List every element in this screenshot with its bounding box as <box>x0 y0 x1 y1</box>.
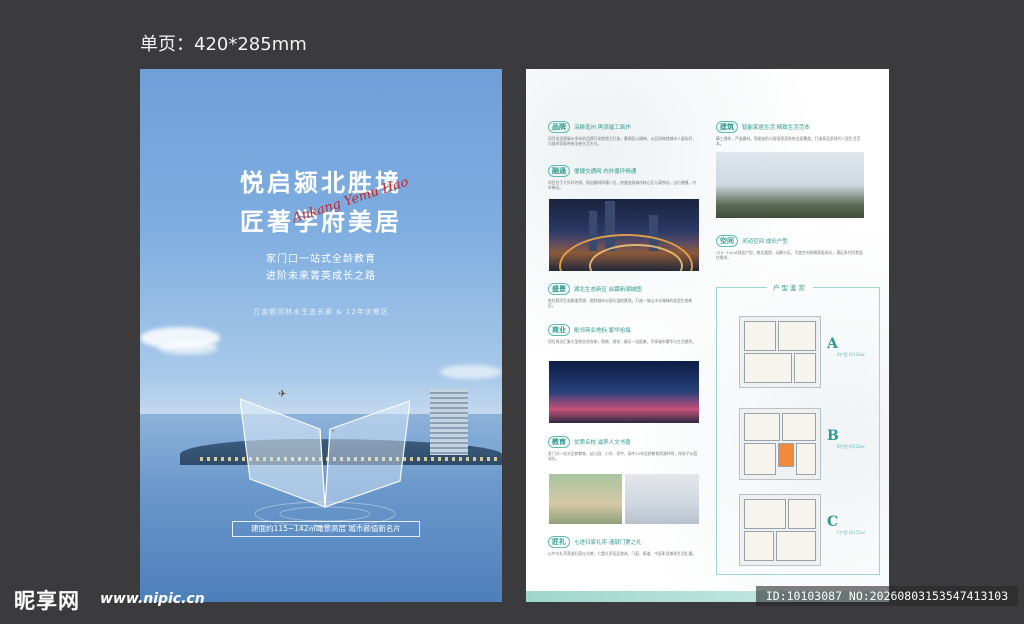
section-tag: 融通 <box>548 165 570 177</box>
section-text: 以中式礼序营造归家仪式感，七重礼序层层递进，门庭、廊道、中庭彰显尊贵生活礼遇。 <box>548 551 697 556</box>
section-text: 项目由深耕亳州多年的品牌开发商倾力打造，秉承匠心精神，以品质铸就城市人居标杆，为… <box>548 136 697 146</box>
section-ritual: 匠礼 七进归家礼序 谨献门第之礼 以中式礼序营造归家仪式感，七重礼序层层递进，门庭… <box>548 536 698 566</box>
section-text: 依托颍河生态廊道资源，规划城市公园与湿地景观，打造一城山水半城绿的宜居生态新区。 <box>548 298 693 308</box>
students-photo <box>549 474 622 524</box>
section-text: 项目位于大外环内侧，周边路网四通八达，快速连接城市核心区与高铁站，出行便捷，内外… <box>548 180 697 190</box>
plan-label-b: B户型 约128㎡ <box>837 444 865 449</box>
section-title: 灵动空间 成长户型 <box>742 239 788 245</box>
section-tag: 空间 <box>716 235 738 247</box>
site-url[interactable]: www.nipic.cn <box>100 591 205 607</box>
headline-line1: 悦启颍北胜境 <box>240 168 402 197</box>
night-city-photo <box>549 199 699 271</box>
back-page: 品牌 深耕亳州 再添璀工筑作 项目由深耕亳州多年的品牌开发商倾力打造，秉承匠心精神… <box>526 69 889 602</box>
section-tag: 教育 <box>548 436 570 448</box>
floor-plan-b <box>739 408 821 480</box>
section-title: 深耕亳州 再添璀工筑作 <box>574 125 631 131</box>
section-title: 便捷交通网 内外循环畅通 <box>574 169 637 175</box>
section-title: 优质名校 滋养人文书香 <box>574 440 631 446</box>
section-title: 七进归家礼序 谨献门第之礼 <box>574 540 642 546</box>
floor-plan-c <box>739 494 821 566</box>
section-text: 精工细作，严选建材，智能安防与智慧家居系统全面覆盖，打造高品质现代人居生活范本。 <box>716 136 861 146</box>
section-ecology: 盛景 湖北生态新区 启幕新湖城图 依托颍河生态廊道资源，规划城市公园与湿地景观，打… <box>548 283 698 313</box>
section-architecture: 建筑 智能家居生活 精致生活范本 精工细作，严选建材，智能安防与智慧家居系统全面覆… <box>716 121 866 151</box>
section-tag: 盛景 <box>548 283 570 295</box>
tagline: 万亩颍河林水生态长廊 & 12年优教区 <box>253 308 389 316</box>
site-logo: 昵享网 <box>14 589 80 613</box>
section-text: 项目周边汇聚大型商业综合体，购物、餐饮、娱乐一站配套，尽享城市繁华与生活便利。 <box>548 339 697 344</box>
front-page: 悦启颍北胜境 匠著学府美居 Ankang Yemu Hao 家门口一站式全龄教育… <box>140 69 502 602</box>
subtitle-line2: 进阶未来菁英成长之路 <box>266 271 376 282</box>
floor-plan-title: 户型鉴赏 <box>767 282 813 292</box>
section-tag: 品牌 <box>548 121 570 133</box>
open-book-illustration <box>240 398 410 527</box>
section-tag: 商业 <box>548 324 570 336</box>
section-traffic: 融通 便捷交通网 内外循环畅通 项目位于大外环内侧，周边路网四通八达，快速连接城市… <box>548 165 698 195</box>
mall-photo <box>549 361 699 423</box>
entrance-photo <box>716 152 864 218</box>
section-commerce: 商业 毗邻商业地标 繁华拾掇 项目周边汇聚大型商业综合体，购物、餐饮、娱乐一站配套… <box>548 324 698 354</box>
residential-tower <box>430 389 468 455</box>
subtitle-line1: 家门口一站式全龄教育 <box>266 254 376 265</box>
section-text: 家门口一站式全龄教育，幼儿园、小学、初中、高中12年优质教育资源环伺，伴孩子从容… <box>548 451 698 461</box>
section-title: 毗邻商业地标 繁华拾掇 <box>574 328 631 334</box>
floor-plan-panel: 户型鉴赏 A A户型 约142㎡ B B户型 约128㎡ C C户型 约115㎡ <box>716 282 880 575</box>
plan-letter-a: A <box>827 336 838 352</box>
section-title: 湖北生态新区 启幕新湖城图 <box>574 287 642 293</box>
section-text: 115~142㎡舒适户型，南北通透，动静分区，可变空间伴随家庭成长，满足多代同堂… <box>716 250 863 260</box>
plan-letter-b: B <box>827 428 839 444</box>
students-uniform-photo <box>625 474 699 524</box>
page-size-label: 单页：420*285mm <box>140 34 307 55</box>
plan-label-c: C户型 约115㎡ <box>837 530 865 535</box>
image-id-bar: ID:10103087 NO:20260803153547413103 <box>756 586 1018 606</box>
section-education: 教育 优质名校 滋养人文书香 家门口一站式全龄教育，幼儿园、小学、初中、高中12年… <box>548 436 698 466</box>
cloud <box>158 341 218 355</box>
plan-label-a: A户型 约142㎡ <box>837 352 865 357</box>
cloud <box>440 365 502 379</box>
section-brand: 品牌 深耕亳州 再添璀工筑作 项目由深耕亳州多年的品牌开发商倾力打造，秉承匠心精神… <box>548 121 698 151</box>
section-tag: 匠礼 <box>548 536 570 548</box>
section-tag: 建筑 <box>716 121 738 133</box>
floor-plan-a <box>739 316 821 388</box>
section-title: 智能家居生活 精致生活范本 <box>742 125 810 131</box>
area-banner: 建面约115~142㎡瞰景高层 城市颜值新名片 <box>232 521 420 537</box>
section-space: 空间 灵动空间 成长户型 115~142㎡舒适户型，南北通透，动静分区，可变空间伴… <box>716 235 866 265</box>
plan-letter-c: C <box>827 514 839 530</box>
